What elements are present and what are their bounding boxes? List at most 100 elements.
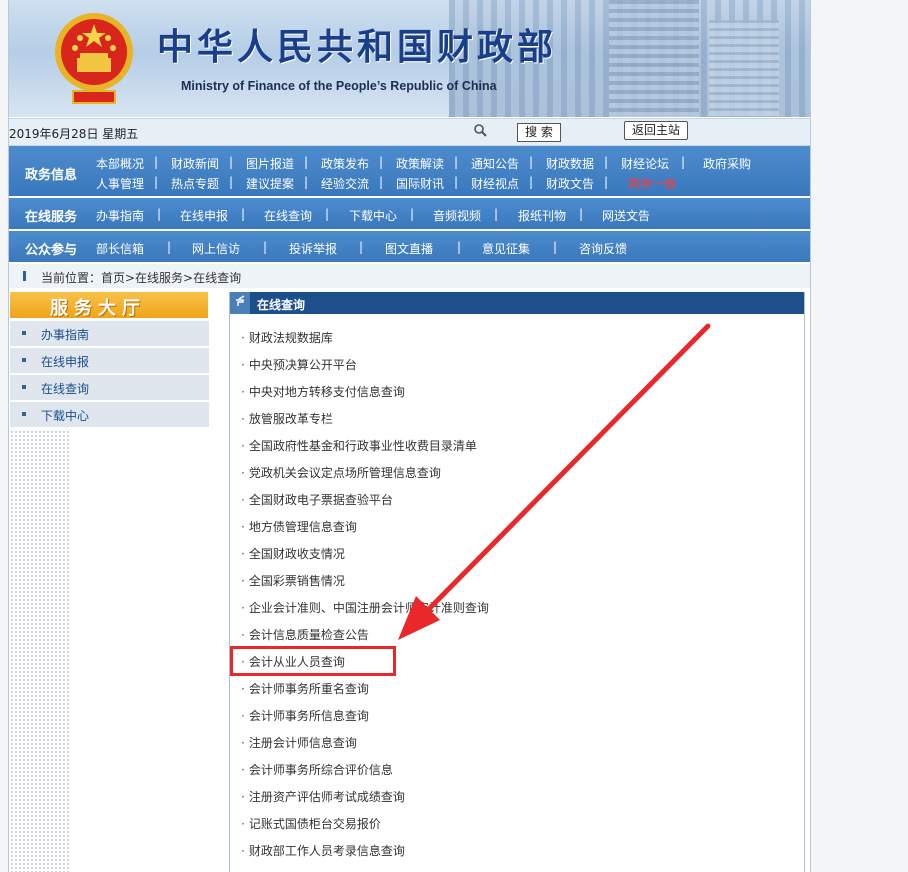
bullet-icon: · — [241, 466, 245, 480]
bullet-icon: · — [241, 439, 245, 453]
nav-link[interactable]: 政策解读 — [396, 155, 444, 172]
query-link-label: 全国彩票销售情况 — [248, 574, 345, 588]
site-banner: 中华人民共和国财政部 Ministry of Finance of the Pe… — [9, 0, 810, 117]
query-link-label: 记账式国债柜台交易报价 — [248, 817, 381, 831]
query-link[interactable]: · 注册会计师信息查询 — [241, 734, 357, 751]
nav-link[interactable]: 网上信访 — [192, 240, 240, 257]
query-link[interactable]: · 放管服改革专栏 — [241, 410, 333, 427]
query-link[interactable]: · 中央对地方转移支付信息查询 — [241, 383, 405, 400]
nav-link[interactable]: 通知公告 — [471, 155, 519, 172]
nav-link[interactable]: 咨询反馈 — [579, 240, 627, 257]
sidebar-item-label: 下载中心 — [41, 409, 90, 423]
query-link[interactable]: · 全国财政收支情况 — [241, 545, 345, 562]
bullet-icon: · — [241, 763, 245, 777]
search-icon[interactable] — [473, 123, 489, 139]
nav-link[interactable]: 财经论坛 — [621, 155, 669, 172]
nav-link[interactable]: 音频视频 — [433, 207, 481, 224]
sidebar-item-guide[interactable]: 办事指南 — [10, 321, 209, 348]
nav-link[interactable]: 部长信箱 — [96, 240, 144, 257]
sidebar-item-label: 在线查询 — [41, 382, 90, 396]
sidebar-item-download[interactable]: 下载中心 — [10, 402, 209, 429]
nav-link[interactable]: 网送文告 — [602, 207, 650, 224]
query-link[interactable]: · 财政部工作人员考录信息查询 — [241, 842, 405, 859]
site-title: 中华人民共和国财政部 — [157, 26, 558, 68]
query-link[interactable]: · 全国政府性基金和行政事业性收费目录清单 — [241, 437, 477, 454]
bullet-icon: · — [241, 736, 245, 750]
nav-link[interactable]: 国际财讯 — [396, 175, 444, 192]
breadcrumb-text[interactable]: 当前位置：首页>在线服务>在线查询 — [41, 269, 241, 286]
nav-link[interactable]: 图片报道 — [246, 155, 294, 172]
nav-link[interactable]: 投诉举报 — [289, 240, 337, 257]
sidebar-item-online-declare[interactable]: 在线申报 — [10, 348, 209, 375]
query-link[interactable]: · 党政机关会议定点场所管理信息查询 — [241, 464, 441, 481]
panel-header-icon — [230, 292, 250, 314]
banner-building — [709, 20, 779, 117]
nav-link[interactable]: 财经视点 — [471, 175, 519, 192]
nav-link[interactable]: 财政文告 — [546, 175, 594, 192]
bullet-icon: · — [241, 790, 245, 804]
nav-row-online-services: 在线服务 办事指南 | 在线申报 | 在线查询 | 下载中心 | 音频视频 | … — [9, 198, 810, 231]
page-frame: 中华人民共和国财政部 Ministry of Finance of the Pe… — [8, 0, 811, 872]
query-link[interactable]: · 会计信息质量检查公告 — [241, 626, 369, 643]
nav-link[interactable]: 办事指南 — [96, 207, 144, 224]
date-bar: 2019年6月28日 星期五 搜 索 返回主站 — [9, 118, 810, 146]
query-link-label: 会计师事务所信息查询 — [248, 709, 369, 723]
query-link-label: 财政部工作人员考录信息查询 — [248, 844, 405, 858]
nav-link[interactable]: 财政数据 — [546, 155, 594, 172]
sidebar-item-online-query[interactable]: 在线查询 — [10, 375, 209, 402]
query-link[interactable]: · 财政法规数据库 — [241, 329, 333, 346]
nav-link[interactable]: 本部概况 — [96, 155, 144, 172]
query-link[interactable]: · 会计师事务所重名查询 — [241, 680, 369, 697]
bullet-icon: · — [241, 628, 245, 642]
bullet-icon: · — [241, 817, 245, 831]
query-link[interactable]: · 会计师事务所信息查询 — [241, 707, 369, 724]
nav-link[interactable]: 建议提案 — [246, 175, 294, 192]
search-button[interactable]: 搜 索 — [517, 123, 561, 142]
nav-link[interactable]: 在线申报 — [180, 207, 228, 224]
query-link-label: 会计信息质量检查公告 — [248, 628, 369, 642]
nav-link[interactable]: 财政新闻 — [171, 155, 219, 172]
nav-row-government-info: 政务信息 本部概况 | 财政新闻 | 图片报道 | 政策发布 | 政策解读 | … — [9, 146, 810, 198]
sidebar-title: 服务大厅 — [10, 292, 208, 319]
query-link[interactable]: · 记账式国债柜台交易报价 — [241, 815, 381, 832]
nav-link[interactable]: 报纸刊物 — [518, 207, 566, 224]
home-button[interactable]: 返回主站 — [624, 121, 688, 140]
nav-row-label: 公众参与 — [25, 243, 78, 258]
nav-link-special[interactable]: 两学一做 — [628, 175, 676, 192]
banner-building — [609, 0, 699, 117]
nav-link[interactable]: 下载中心 — [349, 207, 397, 224]
panel-header: 在线查询 — [230, 292, 804, 314]
site-subtitle: Ministry of Finance of the People’s Repu… — [181, 79, 497, 93]
bullet-icon — [22, 331, 26, 335]
bullet-icon: · — [241, 709, 245, 723]
query-link-label: 会计师事务所综合评价信息 — [248, 763, 393, 777]
nav-link[interactable]: 政策发布 — [321, 155, 369, 172]
query-link[interactable]: · 全国彩票销售情况 — [241, 572, 345, 589]
nav-link[interactable]: 经验交流 — [321, 175, 369, 192]
query-link[interactable]: · 企业会计准则、中国注册会计师审计准则查询 — [241, 599, 489, 616]
bullet-icon: · — [241, 358, 245, 372]
query-link[interactable]: · 地方债管理信息查询 — [241, 518, 357, 535]
nav-link[interactable]: 人事管理 — [96, 175, 144, 192]
nav-link[interactable]: 政府采购 — [703, 155, 751, 172]
bullet-icon: · — [241, 601, 245, 615]
query-link-label: 会计师事务所重名查询 — [248, 682, 369, 696]
bullet-icon: · — [241, 520, 245, 534]
nav-link[interactable]: 在线查询 — [264, 207, 312, 224]
query-link-label: 党政机关会议定点场所管理信息查询 — [248, 466, 441, 480]
query-link[interactable]: · 会计师事务所综合评价信息 — [241, 761, 393, 778]
query-link[interactable]: · 全国财政电子票据查验平台 — [241, 491, 393, 508]
query-link[interactable]: · 注册资产评估师考试成绩查询 — [241, 788, 405, 805]
bullet-icon: · — [241, 682, 245, 696]
bullet-icon: · — [241, 493, 245, 507]
nav-link[interactable]: 意见征集 — [482, 240, 530, 257]
query-link-label: 地方债管理信息查询 — [248, 520, 357, 534]
breadcrumb-marker — [23, 271, 26, 281]
nav-link[interactable]: 热点专题 — [171, 175, 219, 192]
nav-link[interactable]: 图文直播 — [385, 240, 433, 257]
sidebar-title-text: 服务大厅 — [50, 298, 146, 319]
bullet-icon: · — [241, 547, 245, 561]
query-link-label: 放管服改革专栏 — [248, 412, 333, 426]
query-link-label: 全国财政电子票据查验平台 — [248, 493, 393, 507]
query-link[interactable]: · 中央预决算公开平台 — [241, 356, 357, 373]
